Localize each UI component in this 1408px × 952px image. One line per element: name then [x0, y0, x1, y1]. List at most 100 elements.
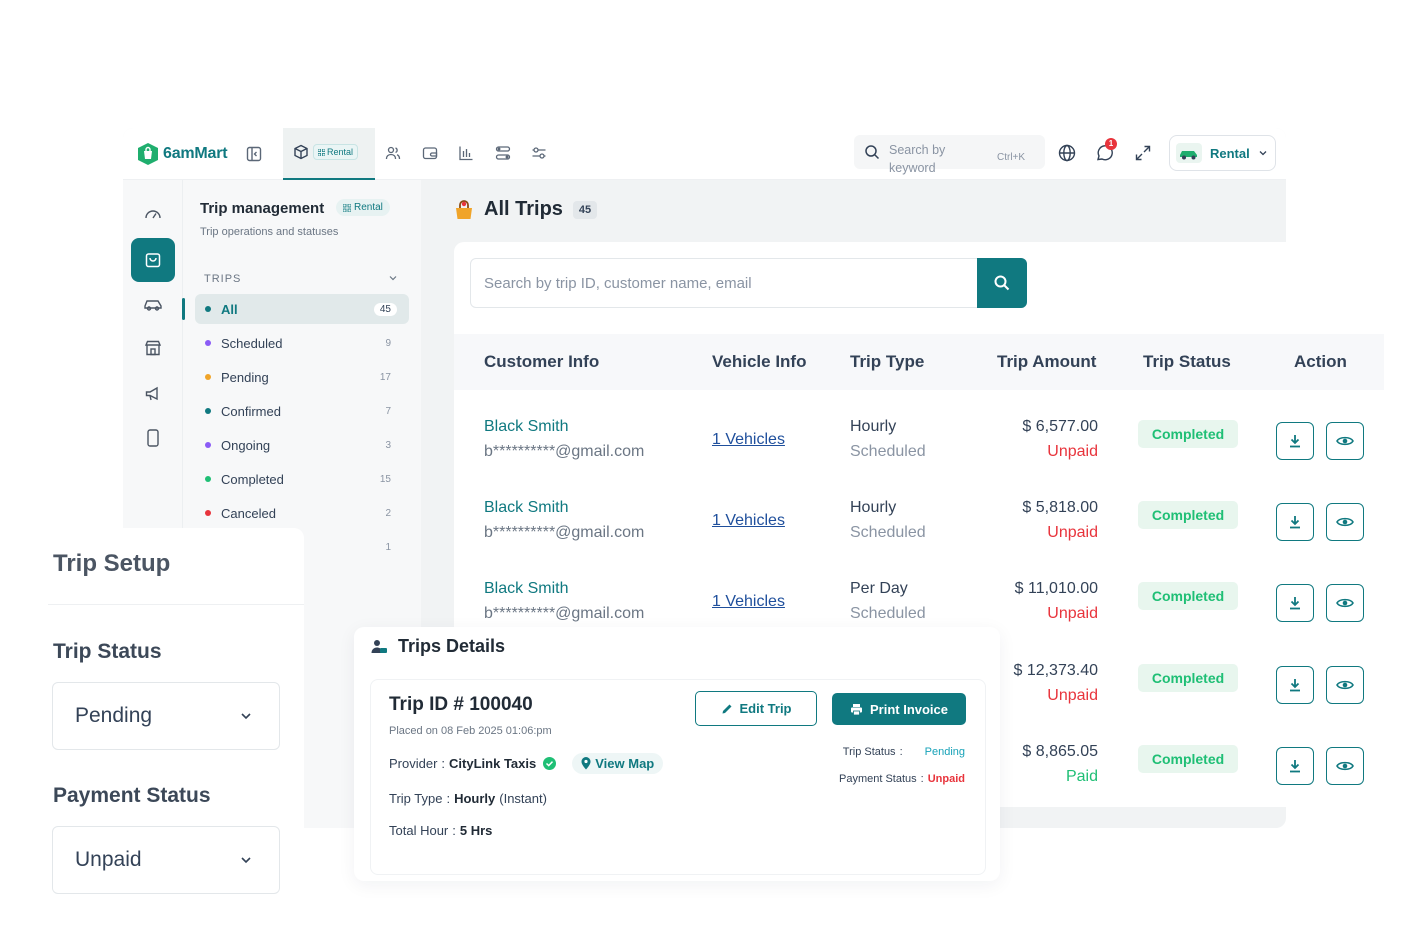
- trip-schedule: Scheduled: [850, 524, 926, 541]
- trip-search: [470, 258, 1027, 308]
- bar-chart-icon[interactable]: [455, 142, 477, 164]
- trip-amount: $ 12,373.40: [1013, 662, 1098, 679]
- sidebar-toggle-icon[interactable]: [243, 143, 265, 165]
- customer-name-link[interactable]: Black Smith: [484, 580, 568, 598]
- chevron-down-icon: [1259, 151, 1267, 156]
- chevron-down-icon: [241, 857, 251, 864]
- divider: [48, 604, 304, 605]
- provider-row: Provider : CityLink Taxis View Map: [389, 753, 664, 774]
- submenu-item-pending[interactable]: Pending 17: [195, 362, 409, 392]
- submenu-item-completed[interactable]: Completed 15: [195, 464, 409, 494]
- edit-trip-button[interactable]: Edit Trip: [695, 691, 817, 726]
- submenu-item-all[interactable]: All 45: [195, 294, 409, 324]
- submenu-item-canceled[interactable]: Canceled 2: [195, 498, 409, 528]
- view-button[interactable]: [1326, 747, 1364, 785]
- separator: :: [452, 823, 456, 838]
- shop-bag-icon: [138, 143, 158, 165]
- trip-details-card: Trips Details Trip ID # 100040 Placed on…: [354, 627, 1000, 881]
- payment-status-label: Payment Status: [53, 784, 211, 807]
- search-icon: [864, 144, 880, 160]
- module-select-label: Rental: [1210, 145, 1250, 161]
- vehicles-link[interactable]: 1 Vehicles: [712, 593, 785, 611]
- download-button[interactable]: [1276, 503, 1314, 541]
- submenu-item-confirmed[interactable]: Confirmed 7: [195, 396, 409, 426]
- separator: :: [899, 746, 903, 758]
- column-header: Trip Status: [1143, 352, 1231, 371]
- customer-email: b**********@gmail.com: [484, 524, 645, 541]
- mobile-icon[interactable]: [131, 416, 175, 460]
- printer-icon: [850, 703, 862, 715]
- brand-name: 6amMart: [163, 145, 228, 162]
- download-button[interactable]: [1276, 422, 1314, 460]
- vehicle-nav-icon[interactable]: [131, 282, 175, 326]
- chevron-down-icon[interactable]: [388, 273, 398, 283]
- sliders-icon[interactable]: [528, 142, 550, 164]
- global-search[interactable]: Search by keyword Ctrl+K: [854, 135, 1045, 175]
- submenu-item-scheduled[interactable]: Scheduled 9: [195, 328, 409, 358]
- trip-search-input[interactable]: [471, 259, 976, 307]
- view-button[interactable]: [1326, 584, 1364, 622]
- trip-amount: $ 6,577.00: [1022, 418, 1098, 435]
- megaphone-icon[interactable]: [131, 372, 175, 416]
- store-nav-icon[interactable]: [131, 326, 175, 370]
- payment-status-label: Payment Status: [839, 773, 917, 785]
- column-header: Trip Type: [850, 352, 925, 371]
- download-button[interactable]: [1276, 747, 1314, 785]
- print-invoice-button[interactable]: Print Invoice: [832, 693, 966, 725]
- submenu-item-count: 17: [379, 371, 391, 383]
- status-dot: [205, 340, 211, 346]
- download-button[interactable]: [1276, 584, 1314, 622]
- eye-icon: [1336, 761, 1354, 771]
- status-badge: Completed: [1138, 745, 1238, 773]
- fullscreen-icon[interactable]: [1132, 142, 1154, 164]
- submenu-item-ongoing[interactable]: Ongoing 3: [195, 430, 409, 460]
- search-button[interactable]: [977, 258, 1027, 308]
- submenu-item-label: Canceled: [221, 505, 276, 521]
- setup-title: Trip Setup: [53, 550, 171, 577]
- separator: :: [441, 756, 446, 771]
- payment-status: Unpaid: [1047, 605, 1098, 622]
- details-title: Trips Details: [398, 636, 506, 656]
- view-button[interactable]: [1326, 503, 1364, 541]
- wallet-icon[interactable]: [419, 142, 441, 164]
- verified-icon: [543, 757, 557, 770]
- submenu-item-label: Pending: [221, 369, 269, 385]
- view-button[interactable]: [1326, 666, 1364, 704]
- column-header: Action: [1294, 352, 1347, 371]
- submenu-title: Trip management: [200, 200, 325, 217]
- eye-icon: [1336, 517, 1354, 527]
- customer-name-link[interactable]: Black Smith: [484, 418, 568, 436]
- globe-icon[interactable]: [1056, 142, 1078, 164]
- payment-status: Paid: [1065, 768, 1098, 785]
- module-tab-rental[interactable]: Rental: [283, 128, 375, 180]
- payment-status-row: Payment Status : Unpaid: [839, 773, 965, 785]
- view-map-label: View Map: [595, 756, 655, 771]
- placed-date: Placed on 08 Feb 2025 01:06:pm: [389, 725, 552, 737]
- payment-status: Unpaid: [1047, 687, 1098, 704]
- column-header: Vehicle Info: [712, 352, 807, 371]
- route-icon[interactable]: [492, 142, 514, 164]
- submenu-item-count: 1: [385, 541, 391, 553]
- column-header: Customer Info: [484, 352, 600, 371]
- status-dot: [205, 510, 211, 516]
- vehicles-link[interactable]: 1 Vehicles: [712, 512, 785, 530]
- dashboard-icon[interactable]: [131, 192, 175, 236]
- customer-name-link[interactable]: Black Smith: [484, 499, 568, 517]
- trip-status-select[interactable]: Pending: [52, 682, 280, 750]
- view-button[interactable]: [1326, 422, 1364, 460]
- vehicles-link[interactable]: 1 Vehicles: [712, 431, 785, 449]
- view-map-button[interactable]: View Map: [572, 753, 664, 774]
- submenu-item-count: 3: [385, 439, 391, 451]
- users-icon[interactable]: [382, 142, 404, 164]
- trip-status-label: Trip Status: [53, 640, 162, 663]
- download-icon: [1290, 597, 1300, 610]
- download-button[interactable]: [1276, 666, 1314, 704]
- status-dot: [205, 306, 211, 312]
- payment-status-select[interactable]: Unpaid: [52, 826, 280, 894]
- total-hour-value: 5 Hrs: [459, 823, 493, 838]
- brand-logo[interactable]: 6amMart: [137, 140, 228, 168]
- trip-status-value: Pending: [75, 704, 153, 727]
- trips-nav-icon[interactable]: [131, 238, 175, 282]
- trip-id: Trip ID # 100040: [389, 694, 533, 715]
- module-select[interactable]: Rental: [1169, 135, 1276, 171]
